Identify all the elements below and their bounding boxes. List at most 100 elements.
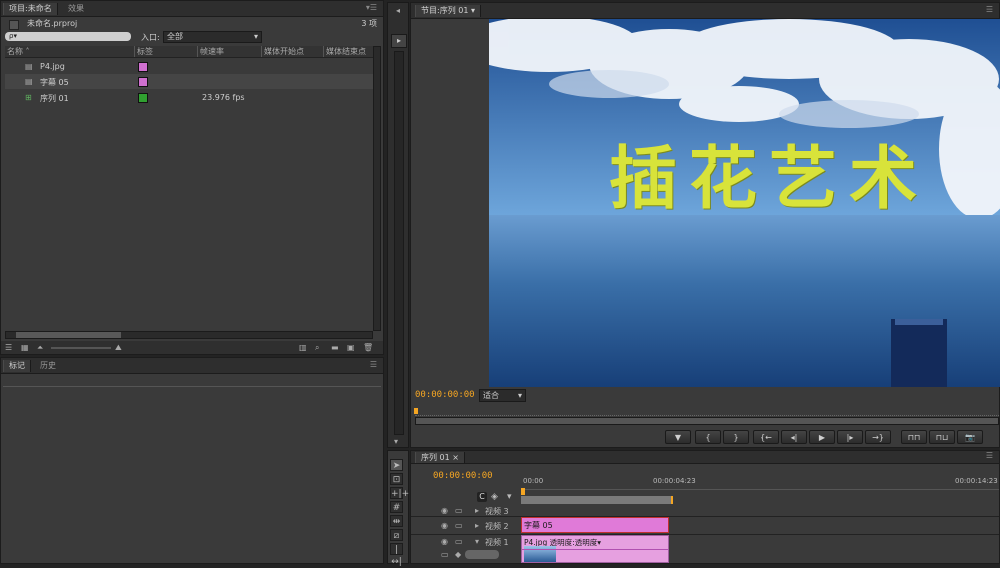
rolling-edit-tool[interactable]: # xyxy=(390,501,403,513)
close-icon[interactable]: × xyxy=(452,453,459,462)
label-swatch xyxy=(138,93,148,103)
collapse-icon[interactable]: ◂ xyxy=(396,6,400,16)
timeline-clip[interactable]: P4.jpg 透明度:透明度▾ xyxy=(521,535,669,563)
step-forward-button[interactable]: |▸ xyxy=(837,430,863,444)
track-divider xyxy=(411,516,999,517)
trash-icon[interactable]: 🗑 xyxy=(363,343,373,353)
track-header-video2[interactable]: ◉ ▭ ▸ 视频 2 xyxy=(417,519,519,533)
timeline-tabbar: 序列 01 × ☰ xyxy=(411,451,999,464)
markers-divider xyxy=(3,386,381,387)
tab-markers[interactable]: 标记 xyxy=(3,360,31,372)
eye-icon[interactable]: ◉ xyxy=(441,537,448,547)
eye-icon[interactable]: ◉ xyxy=(441,521,448,531)
project-bottom-bar: ☰ ▦ ⏶ ⛰ ▥ ⌕ ▬ ▣ 🗑 xyxy=(1,341,383,354)
tab-program[interactable]: 节目:序列 01 ▾ xyxy=(415,5,481,17)
in-dropdown[interactable]: 全部 ▾ xyxy=(163,31,262,43)
panel-menu-icon[interactable]: ☰ xyxy=(370,360,377,369)
lock-icon[interactable]: ▭ xyxy=(455,537,463,547)
track-select-tool[interactable]: ⊡ xyxy=(390,473,403,485)
image-icon: ▤ xyxy=(25,62,33,71)
tab-project[interactable]: 项目:未命名 xyxy=(3,3,58,15)
automate-icon[interactable]: ▥ xyxy=(299,343,307,353)
panel-menu-icon[interactable]: ☰ xyxy=(986,451,993,460)
new-item-icon[interactable]: ▣ xyxy=(347,343,355,353)
tab-effects[interactable]: 效果 xyxy=(63,3,89,15)
zoom-out-icon[interactable]: ⏶ xyxy=(37,343,43,353)
mark-in-button[interactable]: { xyxy=(695,430,721,444)
zoom-in-icon[interactable]: ⛰ xyxy=(115,343,122,353)
razor-tool[interactable]: ⧄ xyxy=(390,529,403,541)
strip-scrollbar[interactable] xyxy=(394,51,404,435)
play-button[interactable]: ▶ xyxy=(809,430,835,444)
chevron-down-icon: ▾ xyxy=(517,391,522,400)
project-filename: 未命名.prproj xyxy=(27,19,78,28)
scroll-thumb[interactable] xyxy=(16,332,121,338)
timeline-timecode[interactable]: 00:00:00:00 xyxy=(433,471,493,481)
work-area-bar[interactable] xyxy=(521,496,673,504)
step-back-button[interactable]: ◂| xyxy=(781,430,807,444)
ripple-edit-tool[interactable]: +|+ xyxy=(390,487,409,499)
list-item[interactable]: ⊞ 序列 01 23.976 fps xyxy=(5,90,373,105)
expand-button[interactable]: ▸ xyxy=(391,34,407,48)
go-to-out-button[interactable]: →} xyxy=(865,430,891,444)
vertical-scrollbar[interactable] xyxy=(373,46,381,331)
search-input[interactable]: ρ▾ xyxy=(5,32,131,41)
col-media-start[interactable]: 媒体开始点 xyxy=(262,46,324,57)
panel-menu-icon[interactable]: ☰ xyxy=(986,5,993,14)
tools-panel: ➤ ⊡ +|+ # ⇹ ⧄ |↔| xyxy=(387,450,409,567)
video-frame: 插花艺术 xyxy=(489,19,1000,387)
opacity-slider[interactable] xyxy=(465,550,499,559)
ruler-label: 00:00 xyxy=(523,477,544,485)
tab-sequence[interactable]: 序列 01 × xyxy=(415,452,465,463)
col-fps[interactable]: 帧速率 xyxy=(198,46,262,57)
set-encore-marker-icon[interactable]: ◈ xyxy=(491,492,498,502)
export-frame-button[interactable]: 📷 xyxy=(957,430,983,444)
zoom-slider[interactable] xyxy=(51,347,111,349)
slip-tool[interactable]: |↔| xyxy=(390,543,403,567)
playhead-marker[interactable] xyxy=(521,488,525,495)
icon-view-icon[interactable]: ▦ xyxy=(21,343,29,353)
fit-value: 适合 xyxy=(483,391,499,400)
display-style-icon[interactable]: ▭ xyxy=(441,550,449,560)
find-icon[interactable]: ⌕ xyxy=(315,343,319,353)
program-timecode[interactable]: 00:00:00:00 xyxy=(415,390,475,400)
collapse-arrow-icon[interactable]: ▾ xyxy=(475,537,479,547)
col-label[interactable]: 标签 xyxy=(135,46,198,57)
keyframe-icon[interactable]: ◆ xyxy=(455,550,461,560)
list-item[interactable]: ▤ 字幕 05 xyxy=(5,74,373,89)
tab-history[interactable]: 历史 xyxy=(35,360,61,372)
col-name[interactable]: 名称 ˄ xyxy=(5,46,135,57)
label-swatch xyxy=(138,62,148,72)
go-to-in-button[interactable]: {← xyxy=(753,430,779,444)
extract-button[interactable]: ⊓⊔ xyxy=(929,430,955,444)
zoom-scroll-bar[interactable] xyxy=(415,417,999,425)
panel-menu-icon[interactable]: ▾☰ xyxy=(366,3,377,12)
project-item-count: 3 项 xyxy=(361,19,377,28)
lift-button[interactable]: ⊓⊓ xyxy=(901,430,927,444)
list-view-icon[interactable]: ☰ xyxy=(5,343,12,353)
ruler-label: 00:00:14:23 xyxy=(955,477,998,485)
timeline-clip[interactable]: 字幕 05 xyxy=(521,517,669,533)
playhead-marker[interactable] xyxy=(414,408,418,414)
list-item[interactable]: ▤ P4.jpg xyxy=(5,59,373,74)
lock-icon[interactable]: ▭ xyxy=(455,506,463,516)
add-marker-icon[interactable]: ▾ xyxy=(507,492,512,502)
snap-icon[interactable]: C xyxy=(477,492,487,502)
track-header-video3[interactable]: ◉ ▭ ▸ 视频 3 xyxy=(417,506,519,516)
scroll-down-icon[interactable]: ▾ xyxy=(394,437,398,447)
fit-dropdown[interactable]: 适合 ▾ xyxy=(479,389,526,402)
expand-arrow-icon[interactable]: ▸ xyxy=(475,506,479,516)
item-name: 字幕 05 xyxy=(40,78,69,87)
mark-out-button[interactable]: } xyxy=(723,430,749,444)
new-bin-icon[interactable]: ▬ xyxy=(331,343,339,353)
rate-stretch-tool[interactable]: ⇹ xyxy=(390,515,403,527)
project-file-icon xyxy=(9,20,19,30)
track-header-video1[interactable]: ◉ ▭ ▾ 视频 1 ▭ ◆ xyxy=(417,537,519,563)
item-name: P4.jpg xyxy=(40,62,65,71)
selection-tool[interactable]: ➤ xyxy=(390,459,403,471)
lock-icon[interactable]: ▭ xyxy=(455,521,463,531)
expand-arrow-icon[interactable]: ▸ xyxy=(475,521,479,531)
horizontal-scrollbar[interactable] xyxy=(5,331,373,339)
add-marker-button[interactable]: ▼ xyxy=(665,430,691,444)
eye-icon[interactable]: ◉ xyxy=(441,506,448,516)
